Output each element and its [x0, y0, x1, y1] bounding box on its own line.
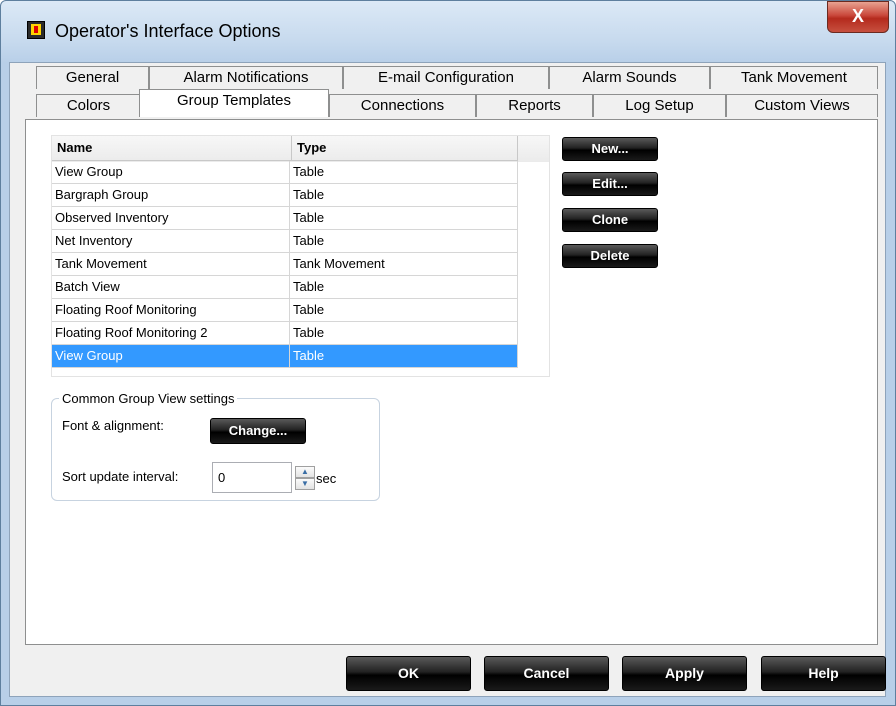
sort-interval-label: Sort update interval:	[62, 469, 179, 484]
list-item-type: Tank Movement	[293, 256, 385, 271]
sort-interval-input[interactable]: 0	[212, 462, 292, 493]
tab-colors[interactable]: Colors	[36, 94, 141, 117]
window-title: Operator's Interface Options	[55, 21, 281, 41]
new-button[interactable]: New...	[562, 137, 658, 161]
tab-log-setup[interactable]: Log Setup	[593, 94, 726, 117]
cancel-button-label: Cancel	[523, 665, 570, 681]
list-item-name: Observed Inventory	[52, 207, 290, 229]
sort-interval-spinner[interactable]: ▲ ▼	[295, 466, 315, 490]
tab-reports[interactable]: Reports	[476, 94, 593, 117]
tab-alarm-sounds[interactable]: Alarm Sounds	[549, 66, 710, 89]
apply-button-label: Apply	[665, 665, 704, 681]
edit-button[interactable]: Edit...	[562, 172, 658, 196]
list-item-selected[interactable]: View Group Table	[52, 345, 518, 368]
list-item-type: Table	[293, 348, 325, 363]
tab-alarm-notifications[interactable]: Alarm Notifications	[149, 66, 343, 89]
column-header-name[interactable]: Name	[52, 136, 292, 161]
cancel-button[interactable]: Cancel	[484, 656, 609, 691]
column-header-type[interactable]: Type	[292, 136, 518, 161]
list-item-type: Table	[293, 325, 325, 340]
list-item-type: Table	[293, 164, 325, 179]
list-item-name: View Group	[52, 161, 290, 183]
common-settings-legend: Common Group View settings	[59, 391, 238, 406]
list-header: Name Type	[52, 136, 549, 162]
list-item-type: Table	[293, 187, 325, 202]
list-item-name: View Group	[52, 345, 290, 367]
list-item-type: Table	[293, 302, 325, 317]
list-item-name: Floating Roof Monitoring	[52, 299, 290, 321]
spin-down-icon[interactable]: ▼	[295, 478, 315, 490]
help-button-label: Help	[808, 665, 839, 681]
change-button-label: Change...	[228, 423, 288, 438]
tab-tank-movement[interactable]: Tank Movement	[710, 66, 878, 89]
apply-button[interactable]: Apply	[622, 656, 747, 691]
list-item[interactable]: Bargraph Group Table	[52, 184, 518, 207]
list-item-name: Floating Roof Monitoring 2	[52, 322, 290, 344]
list-item[interactable]: Observed Inventory Table	[52, 207, 518, 230]
delete-button[interactable]: Delete	[562, 244, 658, 268]
list-item-type: Table	[293, 233, 325, 248]
list-item[interactable]: Floating Roof Monitoring 2 Table	[52, 322, 518, 345]
ok-button[interactable]: OK	[346, 656, 471, 691]
app-icon	[27, 21, 45, 39]
templates-list[interactable]: Name Type View Group Table Bargraph Grou…	[51, 135, 550, 377]
list-item-name: Bargraph Group	[52, 184, 290, 206]
tab-general[interactable]: General	[36, 66, 149, 89]
close-button[interactable]: X	[827, 1, 889, 33]
list-item[interactable]: Floating Roof Monitoring Table	[52, 299, 518, 322]
clone-button-label: Clone	[591, 212, 629, 227]
help-button[interactable]: Help	[761, 656, 886, 691]
list-item-name: Net Inventory	[52, 230, 290, 252]
delete-button-label: Delete	[590, 248, 630, 263]
tab-connections[interactable]: Connections	[329, 94, 476, 117]
edit-button-label: Edit...	[592, 176, 628, 191]
list-item[interactable]: Tank Movement Tank Movement	[52, 253, 518, 276]
spin-up-icon[interactable]: ▲	[295, 466, 315, 478]
tab-custom-views[interactable]: Custom Views	[726, 94, 878, 117]
title-bar[interactable]: Operator's Interface Options X	[1, 1, 895, 63]
sort-interval-unit: sec	[316, 471, 337, 486]
list-item-name: Tank Movement	[52, 253, 290, 275]
list-item[interactable]: Net Inventory Table	[52, 230, 518, 253]
list-item-name: Batch View	[52, 276, 290, 298]
clone-button[interactable]: Clone	[562, 208, 658, 232]
font-alignment-label: Font & alignment:	[62, 418, 164, 433]
list-item-type: Table	[293, 210, 325, 225]
tab-email-configuration[interactable]: E-mail Configuration	[343, 66, 549, 89]
change-font-button[interactable]: Change...	[210, 418, 306, 444]
list-item-type: Table	[293, 279, 325, 294]
list-item[interactable]: View Group Table	[52, 161, 518, 184]
list-item[interactable]: Batch View Table	[52, 276, 518, 299]
ok-button-label: OK	[398, 665, 419, 681]
new-button-label: New...	[591, 141, 629, 156]
tab-group-templates[interactable]: Group Templates	[139, 89, 329, 117]
close-icon: X	[851, 6, 864, 26]
